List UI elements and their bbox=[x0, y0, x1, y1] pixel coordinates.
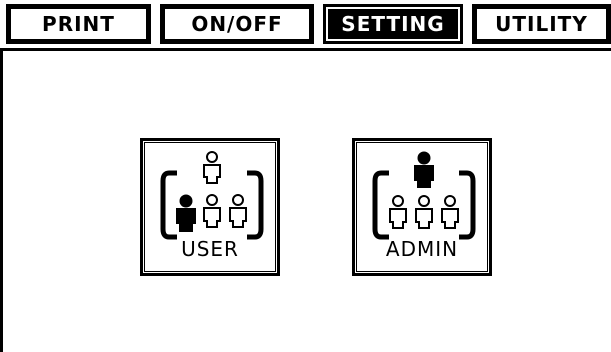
tab-utility[interactable]: UTILITY bbox=[472, 4, 611, 44]
tab-on-off[interactable]: ON/OFF bbox=[160, 4, 314, 44]
user-button-label: USER bbox=[181, 237, 239, 261]
tab-setting[interactable]: SETTING bbox=[323, 4, 463, 44]
user-button[interactable]: USER bbox=[140, 138, 280, 276]
tab-on-off-label: ON/OFF bbox=[163, 7, 311, 41]
tab-divider bbox=[0, 48, 611, 51]
tab-utility-label: UTILITY bbox=[475, 7, 608, 41]
admin-group-icon bbox=[372, 151, 476, 240]
tab-print[interactable]: PRINT bbox=[6, 4, 151, 44]
admin-button[interactable]: ADMIN bbox=[352, 138, 492, 276]
admin-button-label: ADMIN bbox=[385, 237, 459, 261]
tab-setting-label: SETTING bbox=[337, 12, 449, 36]
screen-left-border bbox=[0, 48, 3, 352]
tab-print-label: PRINT bbox=[9, 7, 148, 41]
tab-bar: PRINT ON/OFF SETTING UTILITY bbox=[0, 0, 611, 52]
user-group-icon bbox=[160, 151, 264, 240]
